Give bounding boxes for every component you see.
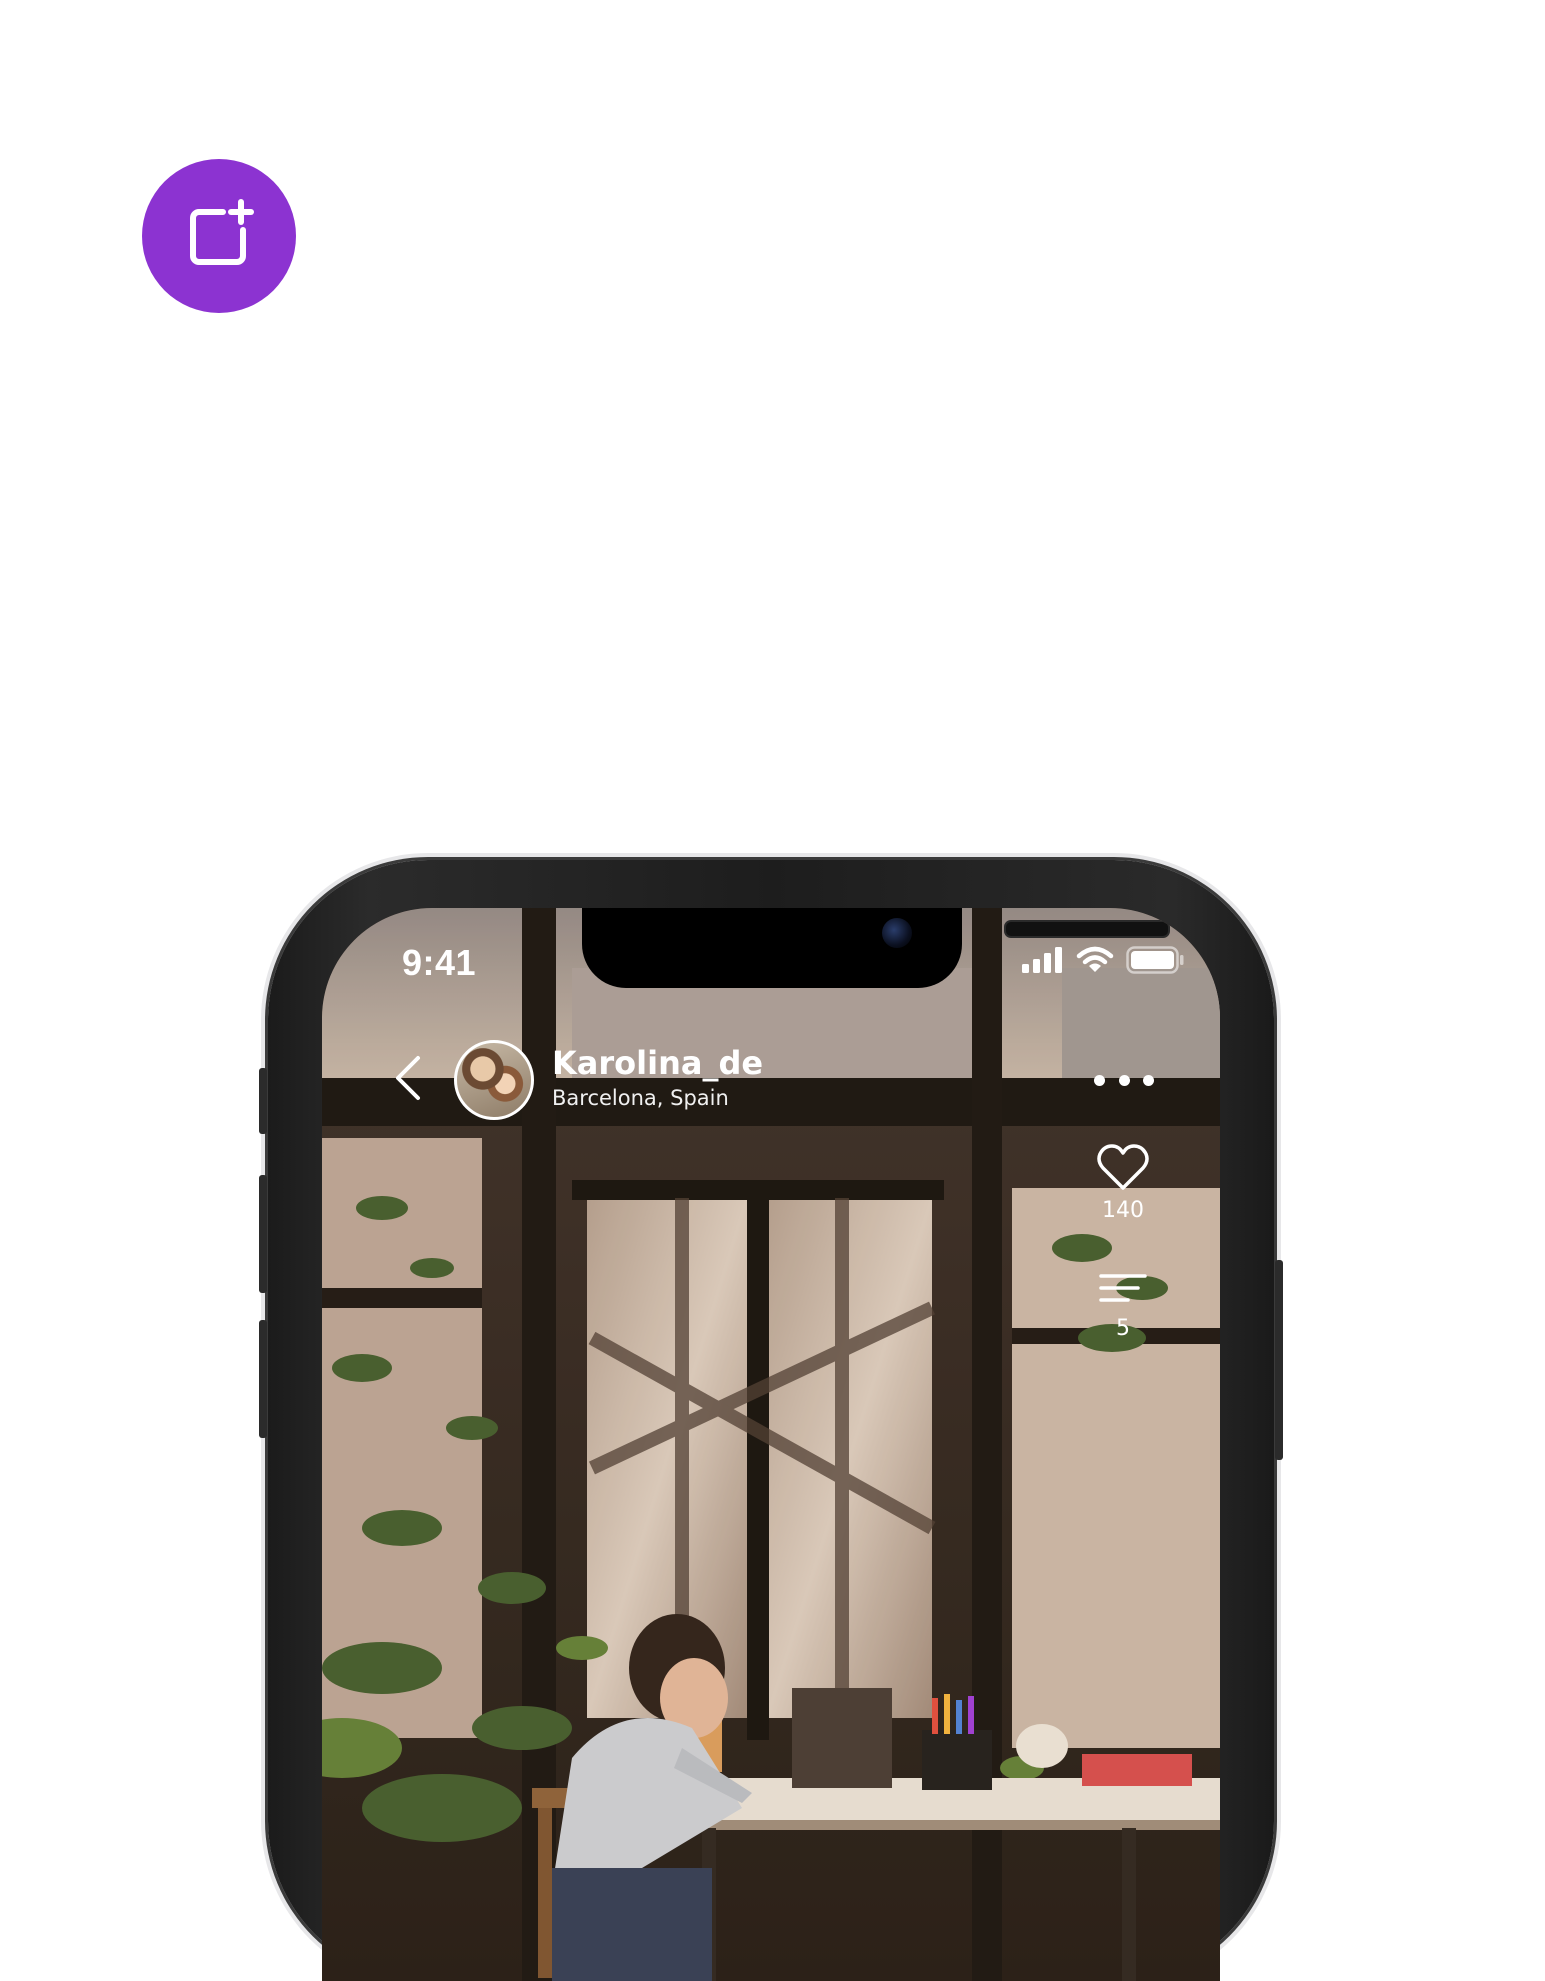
phone-mockup: 9:41 Karolina_de Barcelona, Spain 140 5	[259, 860, 1283, 1981]
volume-up-button	[259, 1175, 267, 1293]
more-dots-icon	[1143, 1074, 1154, 1086]
wifi-icon	[1076, 946, 1114, 972]
post-username[interactable]: Karolina_de	[552, 1044, 763, 1082]
comment-count: 5	[1116, 1316, 1130, 1341]
more-dots-icon	[1094, 1074, 1105, 1086]
front-camera	[882, 918, 912, 948]
phone-notch	[582, 908, 1170, 988]
more-options-button[interactable]	[1094, 1068, 1154, 1092]
earpiece-speaker	[1004, 920, 1170, 938]
more-dots-icon	[1118, 1074, 1130, 1086]
volume-down-button	[259, 1320, 267, 1438]
back-button[interactable]	[386, 1050, 430, 1106]
mute-switch	[259, 1068, 267, 1134]
like-action[interactable]: 140	[1088, 1144, 1158, 1223]
post-location[interactable]: Barcelona, Spain	[552, 1086, 729, 1110]
comment-action[interactable]: 5	[1088, 1270, 1158, 1341]
avatar[interactable]	[454, 1040, 534, 1120]
status-icons	[1022, 946, 1184, 974]
add-post-icon	[190, 199, 254, 265]
battery-icon	[1126, 946, 1184, 974]
phone-screen: 9:41 Karolina_de Barcelona, Spain 140 5	[322, 908, 1220, 1981]
cellular-signal-icon	[1022, 947, 1062, 973]
like-count: 140	[1102, 1198, 1144, 1223]
add-post-badge[interactable]	[142, 159, 296, 313]
power-button	[1275, 1260, 1283, 1460]
post-header: Karolina_de Barcelona, Spain	[322, 1034, 1220, 1124]
heart-icon	[1097, 1144, 1149, 1190]
comment-lines-icon	[1099, 1274, 1147, 1302]
status-time: 9:41	[402, 942, 477, 983]
chevron-left-icon	[396, 1056, 420, 1100]
